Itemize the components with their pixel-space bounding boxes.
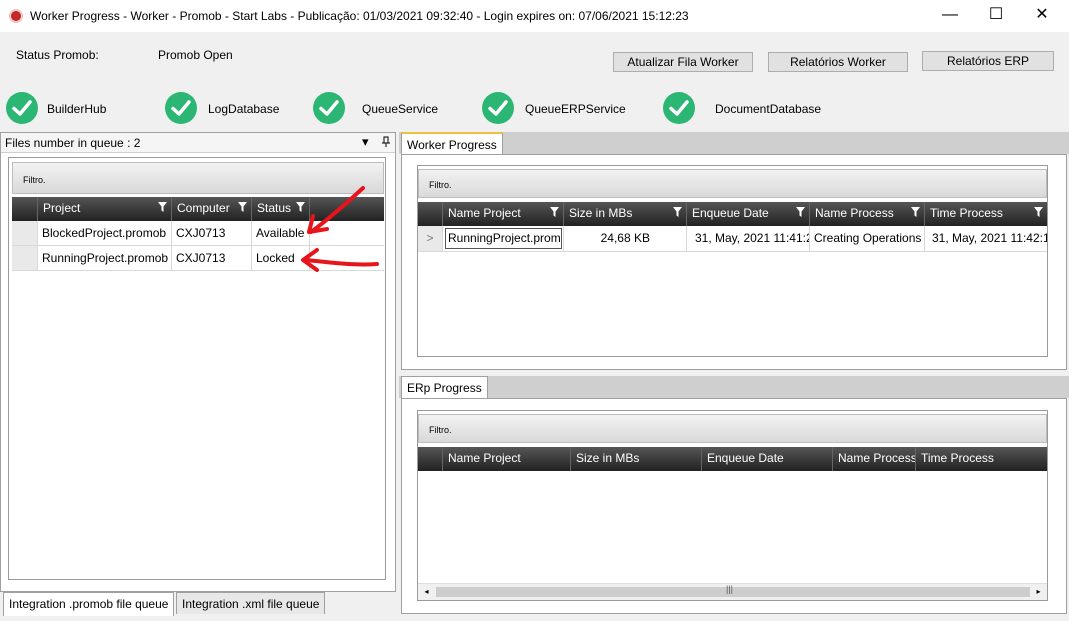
service-queueerpservice: QueueERPService: [525, 102, 626, 116]
check-circle-icon: [165, 92, 197, 124]
column-time-process[interactable]: Time Process: [916, 447, 1047, 471]
service-queueservice: QueueService: [362, 102, 439, 116]
title-bar: Worker Progress - Worker - Promob - Star…: [0, 0, 1069, 32]
maximize-button[interactable]: ☐: [973, 0, 1019, 32]
filter-icon[interactable]: [158, 202, 167, 212]
cell-project: BlockedProject.promob: [38, 221, 172, 245]
cell-size: 24,68 KB: [564, 226, 687, 251]
minimize-button[interactable]: —: [927, 0, 973, 32]
column-label: Name Process: [815, 206, 894, 220]
scroll-thumb[interactable]: |||: [436, 584, 1030, 597]
filter-icon[interactable]: [238, 202, 247, 212]
scroll-left-button[interactable]: ◂: [418, 584, 435, 600]
cell-editor[interactable]: RunningProject.promob: [445, 228, 562, 249]
status-label: Status Promob:: [16, 48, 99, 62]
pin-icon[interactable]: [381, 136, 391, 148]
close-button[interactable]: ✕: [1019, 0, 1065, 32]
column-name-process[interactable]: Name Process: [833, 447, 916, 471]
column-label: Size in MBs: [569, 206, 633, 220]
row-header[interactable]: [12, 246, 38, 270]
table-row[interactable]: > RunningProject.promob 24,68 KB 31, May…: [418, 226, 1047, 252]
column-label: Status: [257, 201, 292, 215]
filter-icon[interactable]: [1034, 207, 1043, 217]
row-header-corner: [418, 447, 443, 471]
cell-name-process: Creating Operations: [810, 226, 925, 251]
check-circle-icon: [313, 92, 345, 124]
scroll-grip: |||: [726, 584, 734, 594]
column-label: Computer: [177, 201, 230, 215]
column-enqueue-date[interactable]: Enqueue Date: [702, 447, 833, 471]
check-circle-icon: [482, 92, 514, 124]
service-documentdatabase: DocumentDatabase: [715, 102, 822, 116]
worker-filter-bar[interactable]: Filtro.: [418, 169, 1047, 198]
annotation-arrows: [301, 186, 379, 272]
column-computer[interactable]: Computer: [172, 197, 252, 221]
check-circle-icon: [663, 92, 695, 124]
tab-worker-progress[interactable]: Worker Progress: [401, 132, 503, 155]
queue-count-label: Files number in queue : 2: [5, 136, 141, 150]
window-title: Worker Progress - Worker - Promob - Star…: [30, 9, 689, 23]
dropdown-icon[interactable]: ▾: [362, 134, 369, 150]
queue-panel-header: Files number in queue : 2 ▾: [1, 133, 395, 153]
column-size[interactable]: Size in MBs: [571, 447, 702, 471]
service-builderhub: BuilderHub: [47, 102, 107, 116]
cell-computer: CXJ0713: [172, 221, 252, 245]
column-name-project[interactable]: Name Project: [443, 447, 571, 471]
update-queue-button[interactable]: Atualizar Fila Worker: [613, 52, 753, 72]
erp-filter-bar[interactable]: Filtro.: [418, 414, 1047, 443]
cell-name-project: RunningProject.promob: [443, 226, 564, 251]
filter-icon[interactable]: [550, 207, 559, 217]
scroll-right-button[interactable]: ▸: [1030, 584, 1047, 600]
cell-enqueue-date: 31, May, 2021 11:41:2: [687, 226, 810, 251]
erp-grid-header: Name Project Size in MBs Enqueue Date Na…: [418, 447, 1047, 471]
cell-time-process: 31, May, 2021 11:42:1: [932, 231, 1047, 245]
filter-icon[interactable]: [796, 207, 805, 217]
column-enqueue-date[interactable]: Enqueue Date: [687, 202, 810, 226]
app-logo-icon: [9, 9, 23, 23]
worker-grid-header: Name Project Size in MBs Enqueue Date Na…: [418, 202, 1047, 226]
column-label: Enqueue Date: [692, 206, 769, 220]
status-value: Promob Open: [158, 48, 233, 62]
column-label: Name Project: [448, 206, 521, 220]
row-header[interactable]: [12, 221, 38, 245]
filter-icon[interactable]: [673, 207, 682, 217]
column-name-process[interactable]: Name Process: [810, 202, 925, 226]
erp-tab-strip: [399, 376, 1069, 398]
filter-icon[interactable]: [911, 207, 920, 217]
column-label: Time Process: [930, 206, 1003, 220]
cell-computer: CXJ0713: [172, 246, 252, 270]
tab-erp-progress[interactable]: ERp Progress: [401, 376, 488, 399]
column-project[interactable]: Project: [38, 197, 172, 221]
service-logdatabase: LogDatabase: [208, 102, 280, 116]
worker-reports-button[interactable]: Relatórios Worker: [768, 52, 908, 72]
tab-xml-queue[interactable]: Integration .xml file queue: [176, 592, 326, 614]
row-header-corner: [418, 202, 443, 226]
column-size[interactable]: Size in MBs: [564, 202, 687, 226]
tab-promob-queue[interactable]: Integration .promob file queue: [3, 592, 175, 616]
row-indicator[interactable]: >: [418, 226, 443, 251]
column-time-process[interactable]: Time Process: [925, 202, 1047, 226]
horizontal-scrollbar[interactable]: ◂ ||| ▸: [418, 583, 1047, 600]
check-circle-icon: [6, 92, 38, 124]
column-label: Project: [43, 201, 81, 215]
row-header-corner: [12, 197, 38, 221]
cell-project: RunningProject.promob: [38, 246, 172, 270]
column-name-project[interactable]: Name Project: [443, 202, 564, 226]
erp-reports-button[interactable]: Relatórios ERP: [922, 51, 1054, 71]
